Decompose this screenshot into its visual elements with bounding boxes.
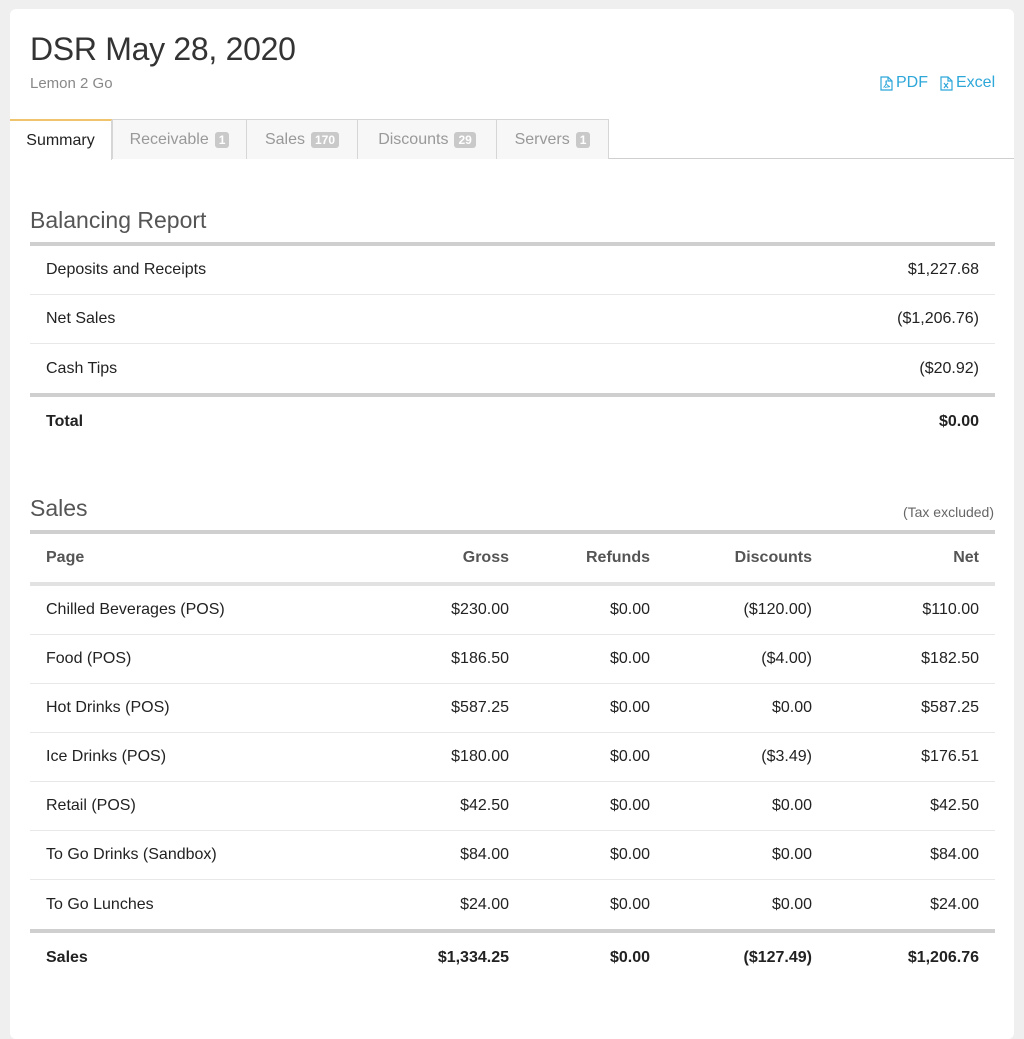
- row-label: Deposits and Receipts: [46, 261, 207, 278]
- tab-discounts[interactable]: Discounts 29: [357, 119, 497, 159]
- gross-cell: $186.50: [451, 650, 509, 667]
- discounts-cell: $0.00: [771, 699, 812, 716]
- tab-label: Receivable: [129, 130, 209, 148]
- net-cell: $587.25: [921, 699, 979, 716]
- tab-label: Discounts: [378, 130, 449, 148]
- excel-file-icon: [940, 75, 953, 91]
- page-cell: Food (POS): [46, 650, 132, 667]
- page-subtitle: Lemon 2 Go: [30, 75, 113, 92]
- refunds-cell: $0.00: [609, 895, 650, 913]
- sales-table: Page Gross Refunds Discounts Net Chilled…: [30, 530, 995, 983]
- discounts-cell: $0.00: [771, 846, 812, 863]
- row-label: Net Sales: [46, 310, 116, 327]
- page-cell: Ice Drinks (POS): [46, 748, 167, 765]
- table-row: Deposits and Receipts $1,227.68: [30, 246, 995, 295]
- total-label: Sales: [46, 949, 88, 966]
- page-cell: Hot Drinks (POS): [46, 699, 170, 716]
- row-label: Cash Tips: [46, 359, 118, 377]
- gross-cell: $42.50: [460, 797, 509, 814]
- sales-total-row: Sales $1,334.25 $0.00 ($127.49) $1,206.7…: [30, 929, 995, 983]
- discounts-cell: ($3.49): [761, 748, 812, 765]
- table-row: Food (POS) $186.50 $0.00 ($4.00) $182.50: [30, 635, 995, 684]
- refunds-cell: $0.00: [609, 846, 650, 863]
- tab-servers[interactable]: Servers 1: [496, 119, 609, 159]
- column-header-net: Net: [953, 549, 979, 566]
- column-header-gross: Gross: [462, 549, 509, 566]
- column-header-refunds: Refunds: [586, 549, 650, 566]
- discounts-cell: $0.00: [771, 797, 812, 814]
- gross-cell: $587.25: [451, 699, 509, 716]
- gross-cell: $84.00: [460, 846, 509, 863]
- count-badge: 1: [214, 131, 230, 148]
- net-cell: $176.51: [921, 748, 979, 765]
- report-tabs: Summary Receivable 1 Sales 170 Discounts…: [10, 119, 1014, 160]
- pdf-label: PDF: [896, 74, 928, 91]
- table-row: Cash Tips ($20.92): [30, 344, 995, 393]
- row-value: $1,227.68: [907, 261, 979, 278]
- refunds-cell: $0.00: [609, 650, 650, 667]
- sales-title: Sales: [30, 495, 88, 521]
- table-row: To Go Drinks (Sandbox) $84.00 $0.00 $0.0…: [30, 831, 995, 880]
- excel-export-link[interactable]: Excel: [940, 74, 995, 92]
- total-discounts: ($127.49): [743, 949, 813, 966]
- net-cell: $84.00: [930, 846, 979, 863]
- total-label: Total: [46, 413, 84, 430]
- total-refunds: $0.00: [609, 949, 650, 966]
- tab-sales[interactable]: Sales 170: [246, 119, 358, 159]
- row-value: ($20.92): [919, 359, 979, 377]
- gross-cell: $230.00: [451, 601, 509, 618]
- pdf-export-link[interactable]: PDF: [880, 74, 928, 92]
- net-cell: $110.00: [922, 601, 979, 618]
- total-value: $0.00: [938, 413, 979, 430]
- table-row: Ice Drinks (POS) $180.00 $0.00 ($3.49) $…: [30, 733, 995, 782]
- gross-cell: $24.00: [460, 895, 509, 913]
- net-cell: $24.00: [930, 895, 979, 913]
- tab-label: Sales: [264, 130, 305, 148]
- table-row: Net Sales ($1,206.76): [30, 295, 995, 344]
- page-cell: To Go Lunches: [46, 895, 154, 913]
- report-card: DSR May 28, 2020 Lemon 2 Go PDF Excel Su…: [10, 9, 1014, 1039]
- excel-label: Excel: [956, 74, 996, 91]
- net-cell: $182.50: [921, 650, 979, 667]
- page-cell: Retail (POS): [46, 797, 136, 814]
- table-row: Hot Drinks (POS) $587.25 $0.00 $0.00 $58…: [30, 684, 995, 733]
- gross-cell: $180.00: [451, 748, 509, 765]
- refunds-cell: $0.00: [609, 699, 650, 716]
- total-row: Total $0.00: [30, 393, 995, 447]
- count-badge: 1: [575, 131, 591, 148]
- row-value: ($1,206.76): [897, 310, 979, 327]
- net-cell: $42.50: [930, 797, 979, 814]
- table-row: To Go Lunches $24.00 $0.00 $0.00 $24.00: [30, 880, 995, 929]
- page-cell: Chilled Beverages (POS): [46, 601, 225, 618]
- refunds-cell: $0.00: [609, 748, 650, 765]
- discounts-cell: $0.00: [771, 895, 812, 913]
- balancing-report-table: Deposits and Receipts $1,227.68 Net Sale…: [30, 242, 995, 447]
- total-net: $1,206.76: [907, 949, 979, 966]
- balancing-report-title: Balancing Report: [30, 207, 207, 233]
- tab-label: Servers: [514, 130, 570, 148]
- page-title: DSR May 28, 2020: [30, 31, 296, 67]
- total-gross: $1,334.25: [437, 949, 509, 966]
- column-header-page: Page: [46, 549, 85, 566]
- column-header-discounts: Discounts: [734, 549, 812, 566]
- discounts-cell: ($120.00): [743, 601, 813, 618]
- pdf-file-icon: [880, 75, 893, 91]
- count-badge: 29: [454, 131, 476, 148]
- table-header-row: Page Gross Refunds Discounts Net: [30, 534, 995, 586]
- count-badge: 170: [311, 131, 340, 148]
- tab-receivable[interactable]: Receivable 1: [112, 119, 247, 159]
- table-row: Chilled Beverages (POS) $230.00 $0.00 ($…: [30, 586, 995, 635]
- tax-note: (Tax excluded): [902, 504, 994, 520]
- tab-label: Summary: [26, 131, 95, 149]
- page-cell: To Go Drinks (Sandbox): [46, 846, 217, 863]
- refunds-cell: $0.00: [609, 797, 650, 814]
- discounts-cell: ($4.00): [761, 650, 812, 667]
- tab-summary[interactable]: Summary: [10, 119, 112, 160]
- refunds-cell: $0.00: [609, 601, 650, 618]
- table-row: Retail (POS) $42.50 $0.00 $0.00 $42.50: [30, 782, 995, 831]
